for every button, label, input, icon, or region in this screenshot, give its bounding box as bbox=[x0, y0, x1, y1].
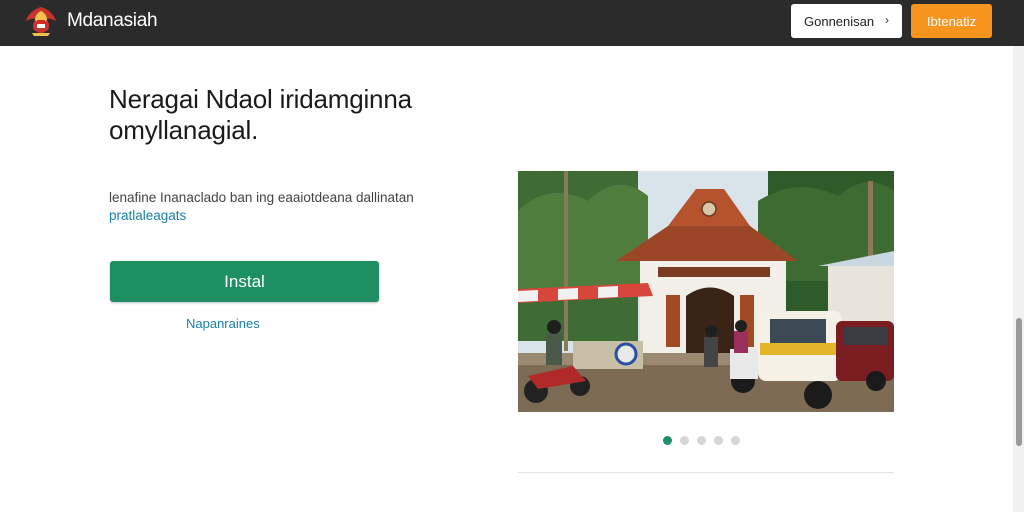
chevron-right-icon: › bbox=[885, 13, 889, 27]
hero-description-link[interactable]: pratlaleagats bbox=[109, 208, 186, 223]
install-button[interactable]: Instal bbox=[110, 261, 379, 302]
carousel-dot-2[interactable] bbox=[680, 436, 689, 445]
top-navigation-bar: Mdanasiah Gonnenisan › Ibtenatiz bbox=[0, 0, 1024, 46]
secondary-link[interactable]: Napanraines bbox=[186, 316, 260, 331]
section-divider bbox=[518, 472, 894, 473]
hero-photo bbox=[518, 171, 894, 412]
hero-headline: Neragai Ndaol iridamginna omyllanagial. bbox=[109, 84, 412, 145]
garuda-emblem-icon[interactable] bbox=[22, 3, 60, 39]
secondary-header-button-label: Gonnenisan bbox=[804, 13, 875, 29]
carousel-indicators bbox=[663, 436, 740, 445]
scrollbar-thumb[interactable] bbox=[1016, 318, 1022, 446]
brand-name[interactable]: Mdanasiah bbox=[67, 10, 158, 32]
hero-description: lenafine Inanaclado ban ing eaaiotdeana … bbox=[109, 190, 414, 205]
carousel-dot-5[interactable] bbox=[731, 436, 740, 445]
carousel-dot-3[interactable] bbox=[697, 436, 706, 445]
primary-header-button[interactable]: Ibtenatiz bbox=[911, 4, 992, 38]
carousel-dot-4[interactable] bbox=[714, 436, 723, 445]
carousel-dot-1[interactable] bbox=[663, 436, 672, 445]
secondary-header-button[interactable]: Gonnenisan › bbox=[791, 4, 902, 38]
